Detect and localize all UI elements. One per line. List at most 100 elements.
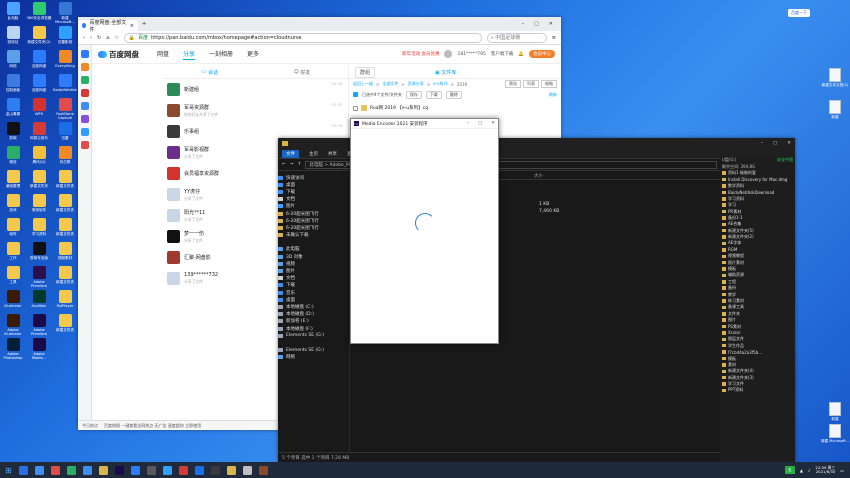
back-icon[interactable]: ‹: [83, 35, 85, 41]
minimize-icon[interactable]: –: [467, 121, 469, 126]
ime-indicator[interactable]: 五: [784, 466, 795, 474]
notifications-icon[interactable]: ▭: [840, 468, 844, 473]
view-button[interactable]: 缩略: [541, 80, 557, 88]
breadcrumb-item[interactable]: 全部文件: [382, 81, 398, 87]
desktop-icon[interactable]: 学习资料: [26, 216, 52, 240]
breadcrumb-item[interactable]: 资源分享: [408, 81, 424, 87]
taskbar-app-icon[interactable]: [242, 465, 252, 475]
browser-search-input[interactable]: ⌕ 中国足球赛: [486, 32, 547, 43]
star-icon[interactable]: ☆: [114, 35, 118, 41]
maximize-icon[interactable]: ▢: [478, 121, 482, 126]
desktop-icon[interactable]: 桌面整理: [0, 168, 26, 192]
nav-item[interactable]: 一刻相册: [209, 49, 233, 60]
nav-pane-item[interactable]: 本地磁盘 (C:): [278, 303, 349, 310]
desktop-icon[interactable]: 游戏: [0, 192, 26, 216]
new-tab-button[interactable]: +: [142, 21, 146, 27]
taskbar-app-icon[interactable]: [210, 465, 220, 475]
file-row[interactable]: Rua网 2019 【e-u系列】cq: [349, 100, 561, 116]
desktop-icon[interactable]: 常用软件: [26, 192, 52, 216]
breadcrumb-item[interactable]: 返回上一级: [353, 81, 373, 87]
back-icon[interactable]: ←: [282, 162, 286, 167]
desktop-icon[interactable]: 百度网盘: [26, 72, 52, 96]
nav-item[interactable]: 更多: [247, 49, 259, 60]
desktop-icon[interactable]: 新建文件夹: [52, 312, 78, 336]
desktop-icon[interactable]: 新建文件夹: [52, 168, 78, 192]
sidebar-app-icon[interactable]: [80, 50, 89, 58]
sidebar-app-icon[interactable]: [80, 141, 89, 149]
nav-pane-item[interactable]: 图片: [278, 203, 349, 210]
desktop-icon[interactable]: Adobe Premiere: [26, 312, 52, 336]
desktop-icon[interactable]: Adobe Media...: [26, 336, 52, 360]
nav-pane-item[interactable]: 下载: [278, 282, 349, 289]
sidebar-app-icon[interactable]: [80, 63, 89, 71]
member-center-button[interactable]: 会员中心: [529, 50, 555, 58]
nav-pane-item[interactable]: 音乐: [278, 289, 349, 296]
menu-icon[interactable]: ≡: [552, 35, 556, 41]
sidebar-app-icon[interactable]: [80, 102, 89, 110]
baidu-badge[interactable]: 百度一下: [788, 9, 810, 17]
save-button[interactable]: 保存: [405, 90, 422, 99]
hot-search-ad[interactable]: 百度热搜 一键查看全网热点 无广告 速度超快 立即使用: [104, 423, 201, 429]
select-all-checkbox[interactable]: [353, 92, 358, 97]
taskbar-app-icon[interactable]: [66, 465, 76, 475]
taskbar-app-icon[interactable]: [146, 465, 156, 475]
desktop-file-icon[interactable]: 新建: [820, 100, 850, 119]
refresh-icon[interactable]: ↻: [97, 35, 101, 41]
taskbar-app-icon[interactable]: [226, 465, 236, 475]
url-field[interactable]: 🔒 百度 https://pan.baidu.com/mbox/homepage…: [123, 32, 482, 43]
breadcrumb-item[interactable]: e-u系列: [433, 81, 447, 87]
desktop-icon[interactable]: 迅雷: [52, 120, 78, 144]
desktop-icon[interactable]: 微信: [0, 144, 26, 168]
desktop-icon[interactable]: 金山毒霸: [0, 96, 26, 120]
username[interactable]: 181*****795: [457, 52, 485, 57]
close-icon[interactable]: ✕: [491, 121, 495, 126]
view-button[interactable]: 筛选: [505, 80, 521, 88]
desktop-icon[interactable]: 此电脑: [0, 0, 26, 24]
delete-button[interactable]: 删除: [445, 90, 462, 99]
nav-pane-item[interactable]: 快速访问: [278, 174, 349, 181]
minimize-icon[interactable]: –: [761, 141, 763, 146]
notification-icon[interactable]: 🔔: [518, 52, 524, 57]
library-title[interactable]: ▣ 文件库: [435, 69, 456, 76]
desktop-icon[interactable]: Audition: [26, 288, 52, 312]
maximize-icon[interactable]: ▢: [773, 141, 777, 146]
desktop-icon[interactable]: BaiduNetdisk: [52, 72, 78, 96]
desktop-icon[interactable]: 网络: [0, 48, 26, 72]
desktop-icon[interactable]: Adobe Illustrator: [0, 312, 26, 336]
minimize-icon[interactable]: –: [522, 21, 525, 27]
sidebar-app-icon[interactable]: [80, 115, 89, 123]
nav-pane-item[interactable]: 视频: [278, 260, 349, 267]
close-icon[interactable]: ✕: [787, 141, 791, 146]
taskbar-app-icon[interactable]: [178, 465, 188, 475]
desktop-icon[interactable]: 新建文件夹: [52, 264, 78, 288]
sidebar-app-icon[interactable]: [80, 76, 89, 84]
taskbar-app-icon[interactable]: [194, 465, 204, 475]
nav-pane-item[interactable]: 6-20超长图飞行: [278, 217, 349, 224]
desktop-icon[interactable]: Everything: [52, 48, 78, 72]
desktop-icon[interactable]: FastStone Capture: [52, 96, 78, 120]
conversation-item[interactable]: 新建组 10:18: [164, 79, 348, 100]
desktop-icon[interactable]: 新建文件夹: [52, 216, 78, 240]
clock[interactable]: 22:09 周三 2021/6/30: [815, 465, 835, 475]
taskbar-app-icon[interactable]: [82, 465, 92, 475]
ribbon-tab[interactable]: 文件: [282, 149, 299, 158]
close-tab-icon[interactable]: ×: [130, 23, 134, 29]
desktop-icon[interactable]: Adobe Photoshop: [0, 336, 26, 360]
desktop-icon[interactable]: 向日葵: [52, 144, 78, 168]
desktop-icon[interactable]: 网易云音乐: [26, 120, 52, 144]
taskbar-app-icon[interactable]: [114, 465, 124, 475]
taskbar-app-icon[interactable]: [34, 465, 44, 475]
breadcrumb-item[interactable]: 2019: [457, 82, 467, 87]
forward-icon[interactable]: ›: [90, 35, 92, 41]
nav-pane-item[interactable]: 网络: [278, 354, 349, 361]
avatar[interactable]: [444, 50, 453, 58]
desktop-icon[interactable]: WPS: [26, 96, 52, 120]
desktop-icon[interactable]: 迅雷影音: [52, 24, 78, 48]
download-button[interactable]: 下载: [425, 90, 442, 99]
taskbar-app-icon[interactable]: [98, 465, 108, 475]
desktop-icon[interactable]: 回收站: [0, 24, 26, 48]
desktop-icon[interactable]: 新建Microsoft...: [52, 0, 78, 24]
ribbon-tab[interactable]: 共享: [328, 151, 337, 157]
nav-pane-item[interactable]: 本地磁盘 (D:): [278, 311, 349, 318]
nav-pane-item[interactable]: Elements SE (G:): [278, 332, 349, 339]
